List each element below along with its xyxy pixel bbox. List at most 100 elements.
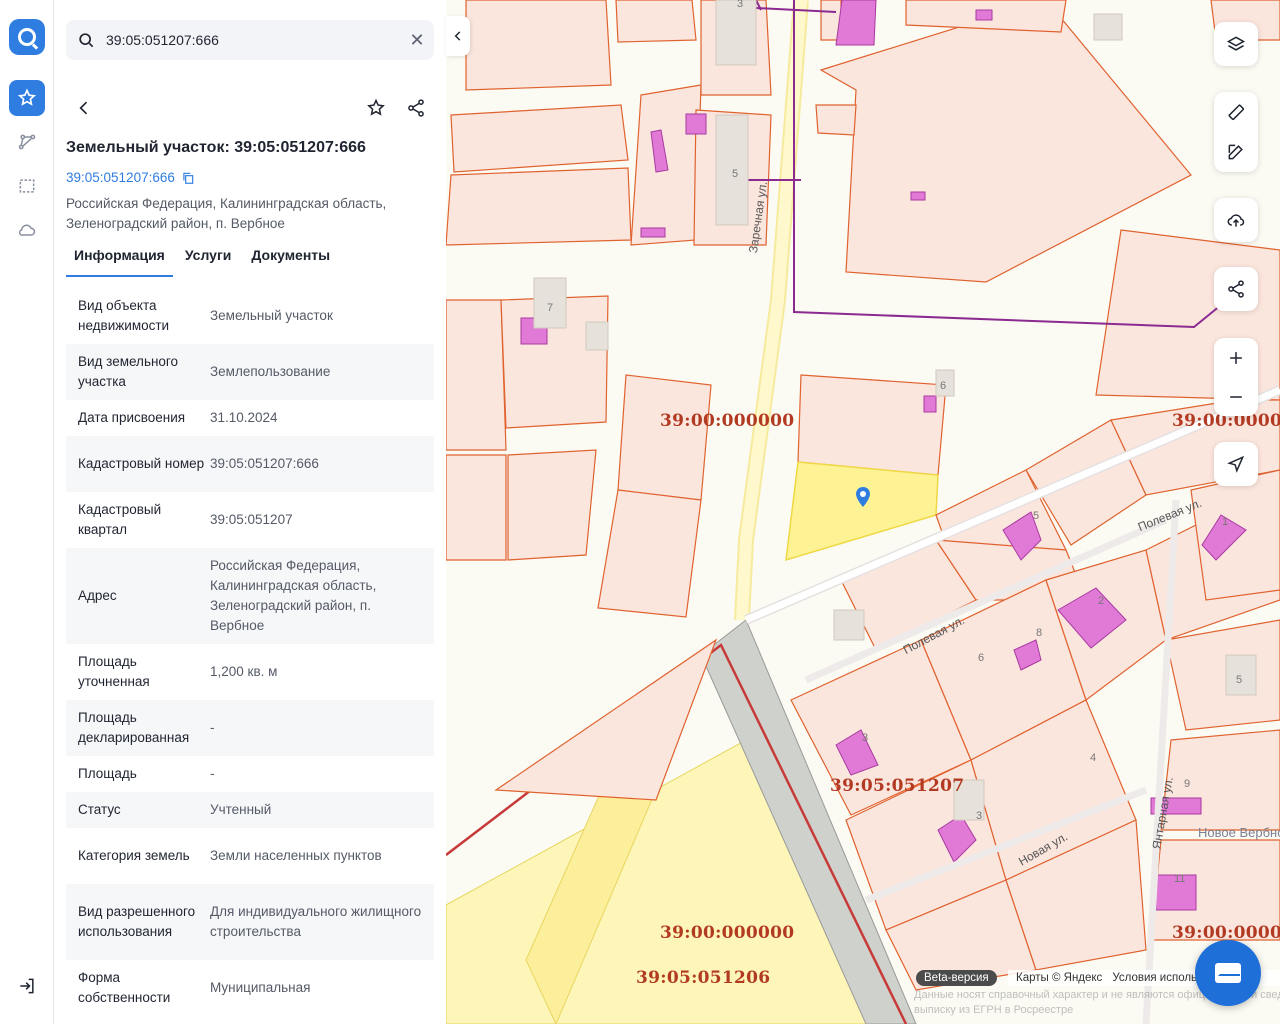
info-key: Кадастровый номер (78, 456, 205, 471)
info-row: Адрес Российская Федерация, Калининградск… (66, 548, 434, 644)
info-row: Кадастровый квартал 39:05:051207 (66, 492, 434, 548)
selection-icon[interactable] (9, 168, 45, 204)
info-value: 1,200 кв. м (210, 664, 278, 679)
search-bar: ✕ (66, 20, 434, 60)
feedback-mail-button[interactable] (1195, 940, 1261, 1006)
info-key: Дата присвоения (78, 410, 186, 425)
layers-icon[interactable] (1214, 26, 1258, 62)
house-number: 2 (1098, 595, 1105, 607)
house-number: 11 (1174, 873, 1186, 885)
back-button[interactable] (66, 88, 102, 128)
house-number: 7 (547, 302, 554, 314)
info-row: Форма собственности Муниципальная (66, 960, 434, 1016)
info-table: Вид объекта недвижимости Земельный участо… (66, 288, 434, 1016)
info-value: Учтенный (210, 802, 272, 817)
left-rail (0, 0, 54, 1024)
house-number: 5 (1033, 510, 1040, 522)
favorite-star-icon[interactable] (358, 88, 394, 128)
info-row: Статус Учтенный (66, 792, 434, 828)
info-value: Земельный участок (210, 308, 333, 323)
info-key: Форма собственности (78, 970, 171, 1005)
info-value: Для индивидуального жилищного строительс… (210, 904, 422, 939)
info-key: Кадастровый квартал (78, 502, 162, 537)
info-row: Вид земельного участка Землепользование (66, 344, 434, 400)
info-key: Адрес (78, 588, 117, 603)
tab-documents[interactable]: Документы (243, 244, 338, 276)
zoom-out-icon[interactable] (1214, 379, 1258, 415)
share-icon[interactable] (1214, 271, 1258, 307)
info-value: - (210, 720, 215, 735)
tab-info[interactable]: Информация (66, 244, 173, 277)
upload-button[interactable] (1214, 198, 1258, 242)
ruler-icon[interactable] (1214, 94, 1258, 130)
house-number: 3 (862, 732, 869, 744)
info-row: Площадь декларированная - (66, 700, 434, 756)
info-row: Категория земель Земли населенных пунктов (66, 828, 434, 884)
page-title: Земельный участок: 39:05:051207:666 (66, 139, 366, 156)
info-value: 39:05:051207 (210, 512, 293, 527)
navigation-arrow-icon[interactable] (1214, 446, 1258, 482)
info-panel: ✕ Земельный участок: 39:05:051207:666 39… (54, 0, 446, 1024)
info-value: Муниципальная (210, 980, 311, 995)
route-icon[interactable] (9, 124, 45, 160)
tabs: Информация Услуги Документы (66, 244, 434, 277)
info-row: Площадь - (66, 756, 434, 792)
cadastral-label: 39:05:051206 (636, 968, 771, 988)
cadastral-label: 39:00:000000 (660, 411, 795, 431)
info-key: Вид объекта недвижимости (78, 298, 170, 333)
copy-icon[interactable] (181, 171, 195, 185)
collapse-panel-button[interactable] (446, 16, 470, 56)
app: ✕ Земельный участок: 39:05:051207:666 39… (0, 0, 1280, 1024)
info-value: 31.10.2024 (210, 410, 278, 425)
geolocate-button[interactable] (1214, 442, 1258, 486)
tab-services[interactable]: Услуги (177, 244, 240, 276)
info-row: Вид объекта недвижимости Земельный участо… (66, 288, 434, 344)
clear-icon[interactable]: ✕ (400, 20, 434, 60)
map-canvas[interactable]: 39:00:000000 39:00:000000 39:05:051207 3… (446, 0, 1280, 1024)
info-value: - (210, 766, 215, 781)
share-icon[interactable] (398, 88, 434, 128)
cadastral-number-link[interactable]: 39:05:051207:666 (66, 170, 195, 185)
info-key: Площадь декларированная (78, 710, 190, 745)
info-row: Вид разрешенного использования Для индиви… (66, 884, 434, 960)
cadastral-number-text[interactable]: 39:05:051207:666 (66, 170, 175, 185)
house-number: 3 (737, 0, 744, 10)
house-number: 8 (1036, 627, 1043, 639)
house-number: 4 (1090, 752, 1097, 764)
logout-icon[interactable] (9, 968, 45, 1004)
favorites-star-icon[interactable] (9, 80, 45, 116)
info-row: Дата присвоения 31.10.2024 (66, 400, 434, 436)
card-address: Российская Федерация, Калининградская об… (66, 196, 387, 231)
info-value: Землепользование (210, 364, 331, 379)
tools-group (1214, 92, 1258, 172)
info-key: Площадь уточненная (78, 654, 150, 689)
info-value: Российская Федерация, Калининградская об… (210, 558, 377, 633)
search-input[interactable] (106, 32, 400, 48)
info-key: Статус (78, 802, 121, 817)
cadastral-label: 39:00:000000 (660, 923, 795, 943)
search-icon (66, 20, 106, 60)
cloud-icon[interactable] (9, 212, 45, 248)
edit-icon[interactable] (1214, 134, 1258, 170)
location-pin-icon[interactable] (851, 485, 875, 509)
cloud-upload-icon[interactable] (1214, 202, 1258, 238)
logo-icon[interactable] (9, 19, 45, 55)
map-share-button[interactable] (1214, 267, 1258, 311)
info-key: Вид земельного участка (78, 354, 179, 389)
house-number: 5 (1236, 674, 1243, 686)
info-key: Вид разрешенного использования (78, 904, 196, 939)
attribution-yandex[interactable]: Карты © Яндекс (1016, 972, 1102, 984)
house-number: 6 (940, 380, 947, 392)
info-value: Земли населенных пунктов (210, 848, 382, 863)
house-number: 6 (978, 652, 985, 664)
info-row: Площадь уточненная 1,200 кв. м (66, 644, 434, 700)
cadastral-map-layer (446, 0, 1280, 1024)
house-number: 5 (732, 168, 739, 180)
layers-button[interactable] (1214, 22, 1258, 66)
house-number: 1 (1222, 516, 1229, 528)
zoom-in-icon[interactable] (1214, 340, 1258, 376)
info-value: 39:05:051207:666 (210, 456, 319, 471)
house-number: 9 (1184, 778, 1191, 790)
zoom-controls (1214, 338, 1258, 416)
mail-icon (1215, 963, 1241, 983)
